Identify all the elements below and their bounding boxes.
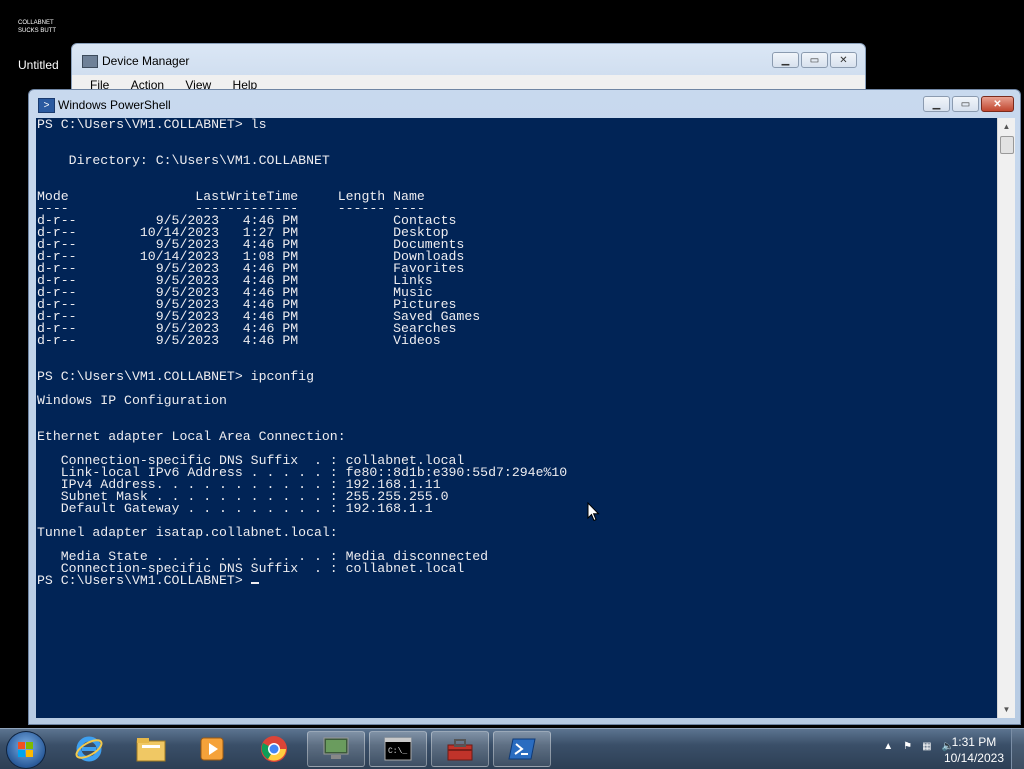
media-player-icon[interactable] xyxy=(183,731,241,767)
device-manager-icon[interactable] xyxy=(307,731,365,767)
cmd-icon[interactable]: C:\_ xyxy=(369,731,427,767)
windows-flag-icon xyxy=(18,742,34,758)
powershell-icon[interactable] xyxy=(493,731,551,767)
console-scrollbar[interactable]: ▲ ▼ xyxy=(997,118,1015,718)
console-area[interactable]: PS C:\Users\VM1.COLLABNET> ls Directory:… xyxy=(36,118,997,718)
action-center-flag-icon[interactable]: ⚑ xyxy=(903,741,912,752)
mouse-pointer-icon xyxy=(587,502,600,522)
network-icon[interactable]: ▦ xyxy=(922,741,931,752)
console-output: PS C:\Users\VM1.COLLABNET> ls Directory:… xyxy=(37,118,568,588)
internet-explorer-icon[interactable] xyxy=(60,731,118,767)
chrome-icon[interactable] xyxy=(245,731,303,767)
scroll-down-icon[interactable]: ▼ xyxy=(998,701,1015,718)
device-manager-app-icon xyxy=(82,55,98,68)
powershell-window[interactable]: > Windows PowerShell ▁ ▭ ✕ PS C:\Users\V… xyxy=(28,89,1021,725)
devmgr-maximize-button[interactable]: ▭ xyxy=(801,52,828,68)
scroll-thumb[interactable] xyxy=(1000,136,1014,154)
ps-close-button[interactable]: ✕ xyxy=(981,96,1014,112)
console-cursor xyxy=(250,582,259,584)
desktop-note-label: COLLABNET SUCKS BUTT xyxy=(18,20,57,34)
show-desktop-button[interactable] xyxy=(1011,729,1024,769)
clock-time: 1:31 PM xyxy=(951,735,997,749)
device-manager-title: Device Manager xyxy=(102,54,190,68)
clock[interactable]: 1:31 PM 10/14/2023 xyxy=(944,734,1004,766)
devmgr-minimize-button[interactable]: ▁ xyxy=(772,52,799,68)
file-explorer-icon[interactable] xyxy=(122,731,180,767)
powershell-app-icon: > xyxy=(38,98,55,113)
toolbox-icon[interactable] xyxy=(431,731,489,767)
desktop-untitled-label[interactable]: Untitled xyxy=(18,58,59,72)
devmgr-close-button[interactable]: ✕ xyxy=(830,52,857,68)
show-hidden-icons-icon[interactable]: ▲ xyxy=(883,741,893,752)
taskbar: C:\_ ▲ ⚑ ▦ 🔈 1:31 PM 10/14/2023 xyxy=(0,728,1024,769)
start-button[interactable] xyxy=(6,731,46,769)
powershell-title: Windows PowerShell xyxy=(58,98,171,112)
ps-maximize-button[interactable]: ▭ xyxy=(952,96,979,112)
ps-minimize-button[interactable]: ▁ xyxy=(923,96,950,112)
scroll-up-icon[interactable]: ▲ xyxy=(998,118,1015,135)
svg-text:C:\_: C:\_ xyxy=(388,747,407,756)
clock-date: 10/14/2023 xyxy=(943,751,1004,765)
